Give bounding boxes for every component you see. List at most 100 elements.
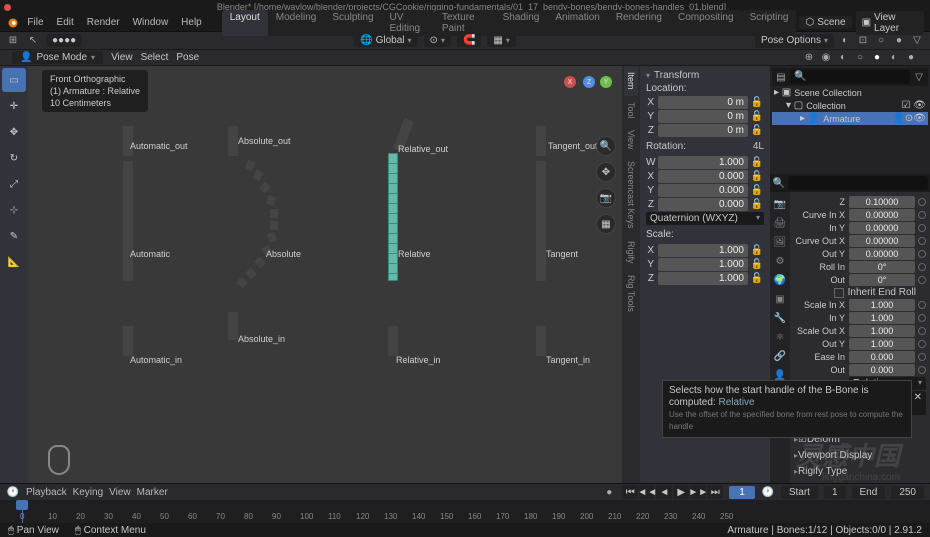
scale-out-y[interactable]: 1.000 [849, 338, 915, 350]
outliner-row-armature[interactable]: ▸ 👤Armature👤⊙👁 [772, 112, 928, 125]
prop-tab-object-icon[interactable]: ▣ [772, 291, 788, 307]
vtab-rigify[interactable]: Rigify [624, 235, 638, 270]
vtab-tool[interactable]: Tool [624, 96, 638, 125]
menu-file[interactable]: File [22, 16, 48, 29]
roll-out[interactable]: 0° [849, 274, 915, 286]
tab-texpaint[interactable]: Texture Paint [434, 10, 495, 36]
scale-out-x[interactable]: 1.000 [849, 325, 915, 337]
tool-rotate-icon[interactable]: ↻ [2, 146, 26, 170]
props-search[interactable] [788, 176, 928, 190]
use-preview-icon[interactable]: 🕐 [761, 485, 775, 499]
prev-key-icon[interactable]: ◄◄ [639, 485, 655, 499]
blender-logo-icon[interactable] [6, 16, 19, 30]
play-icon[interactable]: ▶ [673, 485, 689, 499]
tool-move-icon[interactable]: ✥ [2, 120, 26, 144]
autokey-icon[interactable]: ● [602, 485, 616, 499]
play-rev-icon[interactable]: ◄ [656, 485, 672, 499]
lock-icon[interactable]: 🔓 [750, 97, 764, 108]
viewport-render-icon[interactable]: ● [904, 51, 918, 65]
tab-comp[interactable]: Compositing [670, 10, 742, 36]
prop-tab-view-icon[interactable]: 🖼 [772, 234, 788, 250]
camera-icon[interactable]: 📷 [596, 188, 616, 208]
menu-view2[interactable]: View [109, 487, 131, 498]
overlay-icon[interactable]: ◉ [819, 51, 833, 65]
ease-out[interactable]: 0.000 [849, 364, 915, 376]
tab-anim[interactable]: Animation [547, 10, 607, 36]
menu-marker[interactable]: Marker [137, 487, 168, 498]
tool-measure-icon[interactable]: 📐 [2, 250, 26, 274]
overlay-toggle-icon[interactable]: ◐ [838, 34, 852, 48]
zoom-icon[interactable]: 🔍 [596, 136, 616, 156]
prop-tab-modifier-icon[interactable]: 🔧 [772, 310, 788, 326]
prop-tab-physics-icon[interactable]: ⚛ [772, 329, 788, 345]
menu-view[interactable]: View [111, 52, 133, 63]
loc-x[interactable]: 0 m [658, 96, 748, 109]
tool-transform-icon[interactable]: ⊹ [2, 198, 26, 222]
pivot-select[interactable]: ⊙ ▾ [424, 34, 451, 47]
loc-z[interactable]: 0 m [658, 124, 748, 137]
filter-icon[interactable]: ▽ [912, 70, 926, 84]
vtab-rigtools[interactable]: Rig Tools [624, 269, 638, 318]
outliner-search[interactable]: 🔍 [790, 70, 910, 84]
start-frame[interactable]: 1 [824, 486, 846, 499]
pan-icon[interactable]: ✥ [596, 162, 616, 182]
tab-uv[interactable]: UV Editing [382, 10, 434, 36]
scale-in-y[interactable]: 1.000 [849, 312, 915, 324]
vtab-sck[interactable]: Screencast Keys [624, 155, 638, 235]
tool-select-icon[interactable]: ▭ [2, 68, 26, 92]
timeline-editor-icon[interactable]: 🕐 [6, 485, 20, 499]
viewport-matpre-icon[interactable]: ◐ [887, 51, 901, 65]
tab-sculpting[interactable]: Sculpting [324, 10, 381, 36]
tab-script[interactable]: Scripting [742, 10, 797, 36]
axis-gizmo[interactable]: Z X Y [564, 76, 614, 126]
shading-solid[interactable]: ●●●● [46, 34, 82, 47]
tool-scale-icon[interactable]: ⤢ [2, 172, 26, 196]
next-key-icon[interactable]: ►► [690, 485, 706, 499]
loc-y[interactable]: 0 m [658, 110, 748, 123]
props-search-icon[interactable]: 🔍 [772, 176, 786, 190]
outliner-row[interactable]: ▾ ▢Collection☑ 👁 [772, 99, 928, 112]
viewlayer-selector[interactable]: ▣ View Layer [856, 11, 924, 35]
scale-z[interactable]: 1.000 [658, 272, 748, 285]
menu-window[interactable]: Window [128, 16, 174, 29]
shading-wire-icon[interactable]: ○ [874, 34, 888, 48]
show-icon[interactable]: ◐ [836, 51, 850, 65]
prop-tab-scene-icon[interactable]: ⚙ [772, 253, 788, 269]
viewport-3d[interactable]: Front Orthographic (1) Armature : Relati… [28, 66, 622, 483]
rot-y[interactable]: 0.000 [658, 184, 748, 197]
menu-edit[interactable]: Edit [52, 16, 79, 29]
prop-tab-render-icon[interactable]: 📷 [772, 196, 788, 212]
tab-shading[interactable]: Shading [495, 10, 548, 36]
curve-out-x[interactable]: 0.00000 [849, 235, 915, 247]
pose-options[interactable]: Pose Options ▾ [755, 34, 834, 48]
roll-in[interactable]: 0° [849, 261, 915, 273]
current-frame[interactable]: 1 [729, 486, 755, 499]
shading-solid-icon[interactable]: ● [892, 34, 906, 48]
rot-z[interactable]: 0.000 [658, 198, 748, 211]
vtab-view[interactable]: View [624, 124, 638, 155]
curve-out-y[interactable]: 0.00000 [849, 248, 915, 260]
inherit-end-roll-check[interactable] [834, 288, 844, 298]
menu-render[interactable]: Render [82, 16, 125, 29]
bbone-z[interactable]: 0.10000 [849, 196, 915, 208]
cursor-tool-icon[interactable]: ↖ [26, 34, 40, 48]
tab-layout[interactable]: Layout [222, 10, 268, 36]
filter-icon[interactable]: ▽ [910, 34, 924, 48]
outliner-display-icon[interactable]: ▤ [774, 70, 788, 84]
tool-annotate-icon[interactable]: ✎ [2, 224, 26, 248]
jump-start-icon[interactable]: ⏮ [622, 485, 638, 499]
curve-in-y[interactable]: 0.00000 [849, 222, 915, 234]
menu-playback[interactable]: Playback [26, 487, 67, 498]
gizmo-icon[interactable]: ⊕ [802, 51, 816, 65]
rotation-mode[interactable]: Quaternion (WXYZ)▾ [646, 212, 764, 225]
end-frame[interactable]: 250 [891, 486, 924, 499]
timeline[interactable]: 0102030405060708090100110120130140150160… [0, 500, 930, 523]
vtab-item[interactable]: Item [624, 66, 638, 96]
tab-render[interactable]: Rendering [608, 10, 670, 36]
menu-select[interactable]: Select [141, 52, 169, 63]
viewport-solid-icon[interactable]: ● [870, 51, 884, 65]
xray-toggle-icon[interactable]: ⊡ [856, 34, 870, 48]
chevron-down-icon[interactable]: ▾ [646, 71, 650, 80]
proportional-toggle[interactable]: ▦ ▾ [487, 34, 515, 47]
editor-type-icon[interactable]: ⊞ [6, 34, 20, 48]
